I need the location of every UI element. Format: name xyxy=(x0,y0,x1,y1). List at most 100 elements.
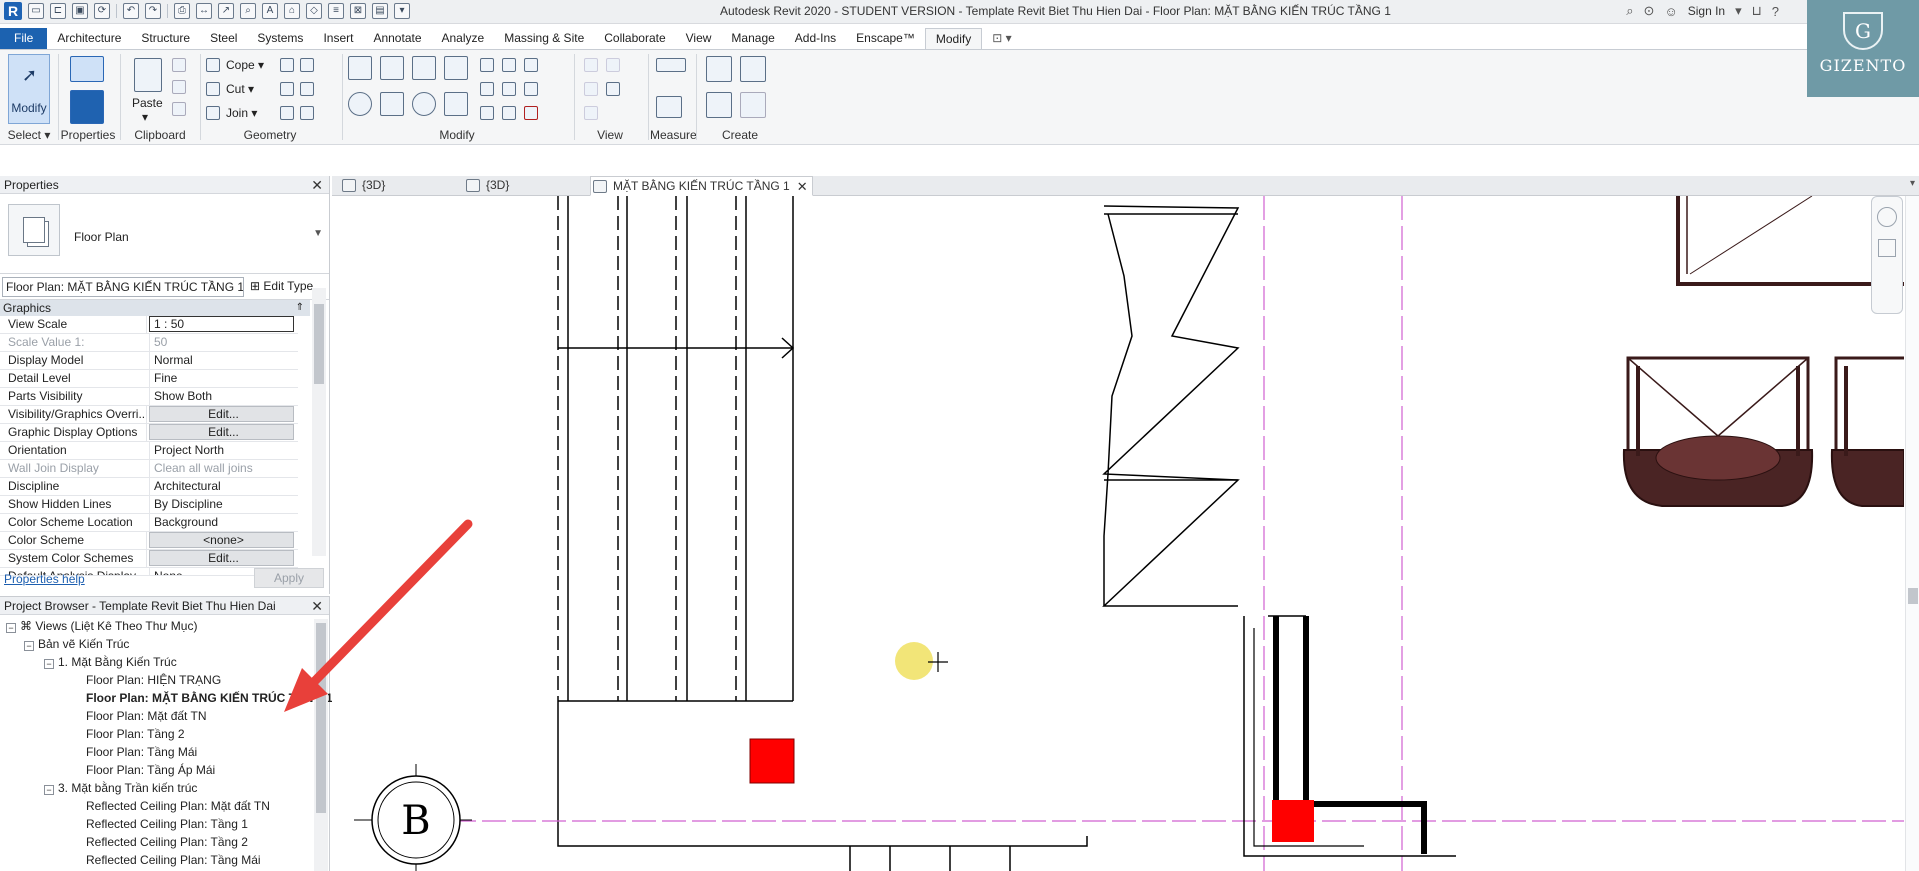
print-icon[interactable]: ⎙ xyxy=(174,3,190,19)
mirror-draw-axis-icon[interactable] xyxy=(444,56,468,80)
tree-node[interactable]: Reflected Ceiling Plan: Tầng 1 xyxy=(0,815,316,833)
cut-button[interactable]: Cut ▾ xyxy=(226,82,254,96)
tab-systems[interactable]: Systems xyxy=(247,28,313,50)
sync-icon[interactable]: ⟳ xyxy=(94,3,110,19)
help-icon[interactable]: ? xyxy=(1772,4,1779,19)
tab-modify[interactable]: Modify xyxy=(924,28,983,50)
tree-node[interactable]: Floor Plan: Mặt đất TN xyxy=(0,707,316,725)
measure-distance-icon[interactable] xyxy=(656,58,686,72)
copy-element-icon[interactable] xyxy=(380,92,404,116)
type-selector[interactable]: Floor Plan ▼ xyxy=(0,194,329,274)
tree-node-selected[interactable]: Floor Plan: MẶT BẰNG KIẾN TRÚC TẦNG 1 xyxy=(0,689,333,707)
beam-join-icon[interactable] xyxy=(280,106,294,120)
tab-file[interactable]: File xyxy=(0,28,48,50)
instance-dropdown[interactable]: Floor Plan: MẶT BẰNG KIẾN TRÚC TẦNG 1 xyxy=(2,277,244,297)
pin-icon[interactable] xyxy=(524,58,538,72)
split-gap-icon[interactable] xyxy=(502,58,516,72)
dimension-icon[interactable]: ↗ xyxy=(218,3,234,19)
cut-clipboard-icon[interactable] xyxy=(172,58,186,72)
join-icon[interactable] xyxy=(206,106,220,120)
tree-node[interactable]: Reflected Ceiling Plan: Tầng Mái xyxy=(0,851,316,869)
undo-icon[interactable]: ↶ xyxy=(123,3,139,19)
drawing-canvas[interactable]: B xyxy=(332,196,1904,871)
tree-node[interactable]: −3. Mặt bằng Trần kiến trúc xyxy=(0,779,316,797)
property-value[interactable]: By Discipline xyxy=(150,496,298,513)
demolish-icon[interactable] xyxy=(300,82,314,96)
split-face-icon[interactable] xyxy=(280,58,294,72)
edit-vg-button[interactable]: Edit... xyxy=(149,406,294,422)
scale-icon[interactable] xyxy=(502,82,516,96)
close-tab-icon[interactable]: ✕ xyxy=(797,177,808,196)
zoom-icon[interactable] xyxy=(1878,239,1896,257)
tab-analyze[interactable]: Analyze xyxy=(432,28,495,50)
tree-node[interactable]: Reflected Ceiling Plan: Mặt đất TN xyxy=(0,797,316,815)
tree-node[interactable]: Floor Plan: HIỆN TRẠNG xyxy=(0,671,316,689)
cope-icon[interactable] xyxy=(206,58,220,72)
navigation-bar[interactable] xyxy=(1871,196,1903,314)
edit-graphic-display-button[interactable]: Edit... xyxy=(149,424,294,440)
cart-icon[interactable]: ⊔ xyxy=(1752,3,1762,19)
ribbon-options-icon[interactable]: ⊡ ▾ xyxy=(982,28,1021,50)
tree-node[interactable]: Floor Plan: Tầng Mái xyxy=(0,743,316,761)
selection-box-icon[interactable] xyxy=(584,106,598,120)
steering-wheel-icon[interactable] xyxy=(1877,207,1897,227)
delete-icon[interactable] xyxy=(524,106,538,120)
tab-manage[interactable]: Manage xyxy=(721,28,784,50)
tab-structure[interactable]: Structure xyxy=(131,28,200,50)
selected-element-highlight[interactable] xyxy=(1272,800,1314,842)
chevron-down-icon[interactable]: ▾ xyxy=(1735,3,1742,19)
tag-icon[interactable]: ⌕ xyxy=(240,3,256,19)
canvas-scrollbar[interactable] xyxy=(1905,196,1919,871)
create-parts-icon[interactable] xyxy=(740,56,766,82)
trim-multiple-icon[interactable] xyxy=(502,106,516,120)
join-button[interactable]: Join ▾ xyxy=(226,106,257,120)
tab-menu-icon[interactable]: ▾ xyxy=(1910,178,1915,189)
property-value[interactable]: Architectural xyxy=(150,478,298,495)
tab-add-ins[interactable]: Add-Ins xyxy=(785,28,846,50)
select-dropdown[interactable]: Select ▾ xyxy=(4,128,54,142)
system-color-schemes-button[interactable]: Edit... xyxy=(149,550,294,566)
collapse-icon[interactable]: ⇑ xyxy=(296,300,304,316)
scrollbar-thumb[interactable] xyxy=(314,304,324,384)
properties-help-link[interactable]: Properties help xyxy=(4,572,85,586)
trim-extend-icon[interactable] xyxy=(444,92,468,116)
tree-node[interactable]: −1. Mặt Bằng Kiến Trúc xyxy=(0,653,316,671)
modify-button[interactable]: ➚ Modify xyxy=(8,54,50,124)
paste-icon[interactable] xyxy=(134,58,162,92)
property-value[interactable]: Normal xyxy=(150,352,298,369)
cope-button[interactable]: Cope ▾ xyxy=(226,58,264,72)
tab-massing-site[interactable]: Massing & Site xyxy=(494,28,594,50)
chevron-down-icon[interactable]: ▼ xyxy=(313,228,323,239)
3d-view-icon[interactable]: ⌂ xyxy=(284,3,300,19)
customize-qat-icon[interactable]: ▾ xyxy=(394,3,410,19)
tab-insert[interactable]: Insert xyxy=(313,28,363,50)
split-element-icon[interactable] xyxy=(480,58,494,72)
array-icon[interactable] xyxy=(480,82,494,96)
property-value[interactable]: Project North xyxy=(150,442,298,459)
property-value[interactable]: Background xyxy=(150,514,298,531)
scrollbar-thumb[interactable] xyxy=(1908,588,1918,604)
copy-icon[interactable] xyxy=(172,80,186,94)
cut-geometry-icon[interactable] xyxy=(206,82,220,96)
property-value[interactable]: Show Both xyxy=(150,388,298,405)
revit-logo-icon[interactable]: R xyxy=(4,2,22,20)
linework-icon[interactable] xyxy=(606,82,620,96)
redo-icon[interactable]: ↷ xyxy=(145,3,161,19)
tab-enscape[interactable]: Enscape™ xyxy=(846,28,925,50)
armchair-furniture[interactable] xyxy=(1830,356,1904,507)
tab-annotate[interactable]: Annotate xyxy=(363,28,431,50)
view-tab-3d[interactable]: {3D} xyxy=(340,176,385,196)
override-graphics-icon[interactable] xyxy=(584,82,598,96)
open-icon[interactable]: ▭ xyxy=(28,3,44,19)
rotate-icon[interactable] xyxy=(412,92,436,116)
grid-bubble-b[interactable]: B xyxy=(354,764,472,871)
create-group-icon[interactable] xyxy=(706,92,732,118)
view-scale-field[interactable]: 1 : 50 xyxy=(149,316,294,332)
paint-icon[interactable] xyxy=(300,58,314,72)
create-similar-icon[interactable] xyxy=(740,92,766,118)
type-properties-icon[interactable] xyxy=(70,56,104,82)
mirror-pick-axis-icon[interactable] xyxy=(412,56,436,80)
collapse-toggle-icon[interactable]: − xyxy=(44,659,54,669)
folder-open-icon[interactable]: ⊏ xyxy=(50,3,66,19)
tree-node[interactable]: Floor Plan: Tầng 2 xyxy=(0,725,316,743)
